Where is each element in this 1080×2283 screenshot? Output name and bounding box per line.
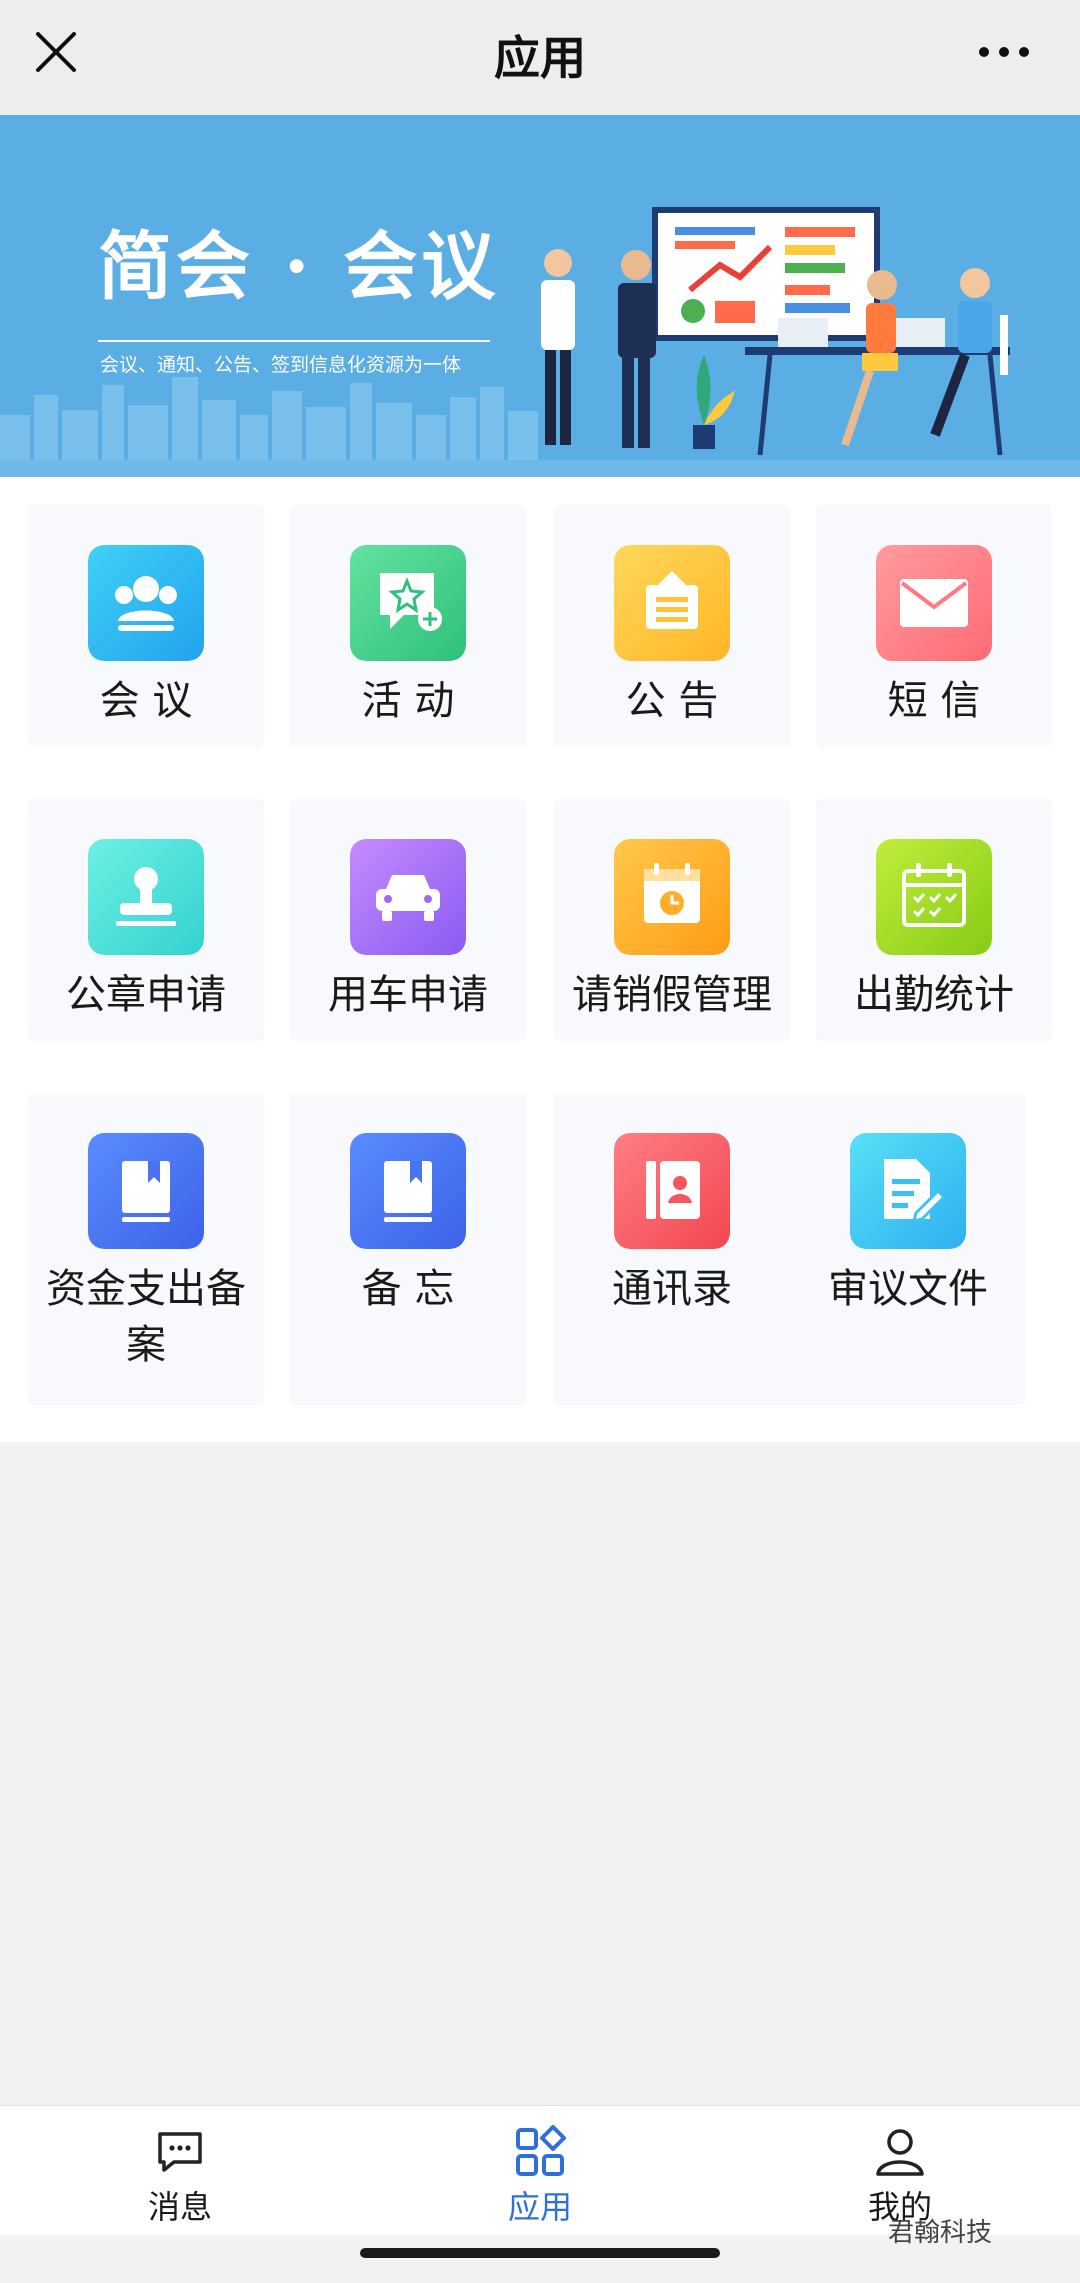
top-bar: 应用 — [0, 0, 1080, 115]
app-tile-sms[interactable]: 短 信 — [816, 505, 1052, 747]
app-label: 活 动 — [361, 678, 455, 724]
home-indicator[interactable] — [360, 2248, 720, 2258]
app-tile-seal-request[interactable]: 公章申请 — [28, 799, 264, 1041]
page-title: 应用 — [494, 31, 586, 85]
nav-label: 应用 — [507, 2188, 572, 2226]
app-tile-review-documents[interactable]: 审议文件 — [790, 1093, 1026, 1405]
calendar-check-icon — [876, 839, 992, 955]
app-label: 会 议 — [99, 678, 193, 724]
nav-item-apps[interactable]: 应用 — [360, 2106, 720, 2236]
app-label: 资金支出备案 — [46, 1266, 246, 1368]
app-tile-group-right: 通讯录 审议文件 — [554, 1093, 1026, 1405]
app-label: 通讯录 — [612, 1266, 732, 1312]
book-bookmark-icon — [88, 1133, 204, 1249]
user-profile-icon — [876, 2129, 924, 2176]
banner-divider — [98, 340, 490, 342]
car-icon — [350, 839, 466, 955]
banner-title: 简会 · 会议 — [98, 224, 500, 310]
contacts-book-icon — [614, 1133, 730, 1249]
app-tile-attendance-stats[interactable]: 出勤统计 — [816, 799, 1052, 1041]
calendar-clock-icon — [614, 839, 730, 955]
notice-board-icon — [614, 545, 730, 661]
app-tile-notice[interactable]: 公 告 — [554, 505, 790, 747]
app-label: 请销假管理 — [572, 972, 772, 1018]
nav-label: 消息 — [147, 2188, 212, 2226]
more-icon[interactable] — [976, 40, 1032, 64]
hero-banner[interactable]: 简会 · 会议 会议、通知、公告、签到信息化资源为一体 — [0, 115, 1080, 477]
meeting-group-icon — [88, 545, 204, 661]
banner-subtitle: 会议、通知、公告、签到信息化资源为一体 — [100, 354, 462, 376]
watermark: 君翰科技 — [888, 2218, 993, 2248]
app-label: 用车申请 — [328, 972, 488, 1018]
app-grid: 会 议 活 动 公 告 短 信 公章申请 用车申请 请销假管理 出勤统计 资金支… — [0, 477, 1080, 1442]
app-tile-activity[interactable]: 活 动 — [290, 505, 526, 747]
nav-item-messages[interactable]: 消息 — [0, 2106, 360, 2236]
app-tile-meeting[interactable]: 会 议 — [28, 505, 264, 747]
chat-bubble-icon — [158, 2132, 202, 2172]
app-label: 出勤统计 — [854, 972, 1014, 1018]
apps-grid-icon — [516, 2125, 566, 2176]
app-tile-car-request[interactable]: 用车申请 — [290, 799, 526, 1041]
app-label: 短 信 — [887, 678, 981, 724]
memo-book-icon — [350, 1133, 466, 1249]
app-label: 公 告 — [625, 678, 719, 724]
app-tile-contacts[interactable]: 通讯录 — [554, 1093, 790, 1405]
activity-star-icon — [350, 545, 466, 661]
app-tile-memo[interactable]: 备 忘 — [290, 1093, 526, 1405]
app-tile-leave-management[interactable]: 请销假管理 — [554, 799, 790, 1041]
document-edit-icon — [850, 1133, 966, 1249]
seal-stamp-icon — [88, 839, 204, 955]
app-label: 备 忘 — [361, 1266, 455, 1312]
app-label: 公章申请 — [66, 972, 226, 1018]
app-tile-expense-filing[interactable]: 资金支出备案 — [28, 1093, 264, 1405]
envelope-icon — [876, 545, 992, 661]
app-label: 审议文件 — [828, 1266, 988, 1312]
